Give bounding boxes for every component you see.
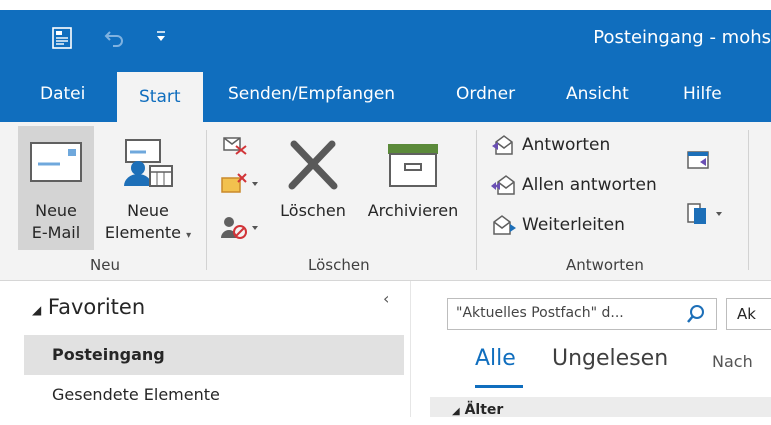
group-divider [206, 130, 207, 270]
group-label-loeschen: Löschen [308, 256, 370, 274]
reply-button[interactable]: Antworten [490, 134, 610, 156]
ribbon-tab-bar: Datei Start Senden/Empfangen Ordner Ansi… [0, 72, 771, 124]
folder-gesendete-elemente[interactable]: Gesendete Elemente [24, 375, 404, 415]
new-items-label-2: Elemente [104, 223, 181, 242]
tab-datei[interactable]: Datei [40, 84, 85, 104]
cleanup-icon[interactable] [220, 170, 260, 200]
forward-label: Weiterleiten [522, 215, 625, 235]
title-bar: Posteingang - mohs [0, 10, 771, 72]
pane-divider [410, 281, 411, 417]
delete-x-icon [288, 140, 338, 194]
favorites-header[interactable]: ◢ Favoriten [32, 295, 145, 319]
reply-label: Antworten [522, 135, 611, 155]
group-label-antworten: Antworten [566, 256, 644, 274]
new-email-label-2: E-Mail [31, 223, 81, 242]
mail-group-header[interactable]: ◢ Älter [430, 397, 771, 418]
reply-all-label: Allen antworten [522, 175, 657, 195]
tab-ansicht[interactable]: Ansicht [566, 84, 629, 104]
tab-start[interactable]: Start [117, 72, 203, 124]
filter-alle[interactable]: Alle [475, 346, 516, 371]
folder-posteingang[interactable]: Posteingang [24, 335, 404, 375]
tab-hilfe[interactable]: Hilfe [683, 84, 722, 104]
new-email-label-1: Neue [35, 201, 77, 220]
reply-icon [490, 135, 522, 155]
forward-icon [490, 215, 522, 235]
archive-box-icon [386, 142, 440, 192]
group-header-label: Älter [464, 402, 504, 418]
new-items-button[interactable]: Neue Elemente ▾ [96, 126, 200, 250]
tab-ordner[interactable]: Ordner [456, 84, 515, 104]
reply-all-icon [490, 175, 522, 195]
collapse-triangle-icon: ◢ [32, 303, 42, 317]
delete-button[interactable]: Löschen [270, 126, 356, 250]
group-divider [748, 130, 749, 270]
new-items-icon [120, 138, 174, 192]
minimize-pane-icon[interactable]: ‹ [383, 289, 389, 308]
search-scope-dropdown[interactable]: Ak [726, 298, 771, 330]
new-email-button[interactable]: Neue E-Mail [18, 126, 94, 250]
active-filter-indicator [475, 385, 523, 388]
customize-qat-icon[interactable] [156, 30, 166, 48]
favorites-label: Favoriten [47, 295, 146, 319]
group-label-neu: Neu [90, 256, 120, 274]
collapse-triangle-icon: ◢ [452, 406, 460, 417]
meeting-reply-icon[interactable] [686, 148, 712, 176]
window-title: Posteingang - mohs [593, 27, 771, 48]
search-placeholder: "Aktuelles Postfach" d... [456, 305, 624, 321]
filter-nach[interactable]: Nach [712, 352, 753, 371]
send-receive-all-icon[interactable] [50, 26, 74, 55]
forward-button[interactable]: Weiterleiten [490, 214, 625, 236]
search-input[interactable]: "Aktuelles Postfach" d... [447, 298, 717, 330]
group-divider [476, 130, 477, 270]
ignore-icon[interactable] [220, 132, 248, 160]
block-sender-icon[interactable] [220, 214, 260, 244]
undo-icon[interactable] [104, 26, 126, 53]
tab-senden-empfangen[interactable]: Senden/Empfangen [228, 84, 395, 104]
reply-all-button[interactable]: Allen antworten [490, 174, 657, 196]
envelope-icon [30, 142, 82, 186]
ribbon: Neue E-Mail Neue Elemente ▾ Neu Löschen … [0, 122, 771, 281]
search-icon[interactable] [686, 304, 706, 328]
archive-button[interactable]: Archivieren [358, 126, 468, 250]
delete-label: Löschen [280, 201, 346, 220]
folder-pane: ◢ Favoriten ‹ Posteingang Gesendete Elem… [0, 281, 410, 417]
archive-label: Archivieren [367, 201, 459, 220]
chevron-down-icon: ▾ [186, 230, 192, 241]
new-items-label-1: Neue [127, 201, 169, 220]
filter-ungelesen[interactable]: Ungelesen [552, 346, 668, 371]
more-respond-icon[interactable] [686, 200, 726, 230]
